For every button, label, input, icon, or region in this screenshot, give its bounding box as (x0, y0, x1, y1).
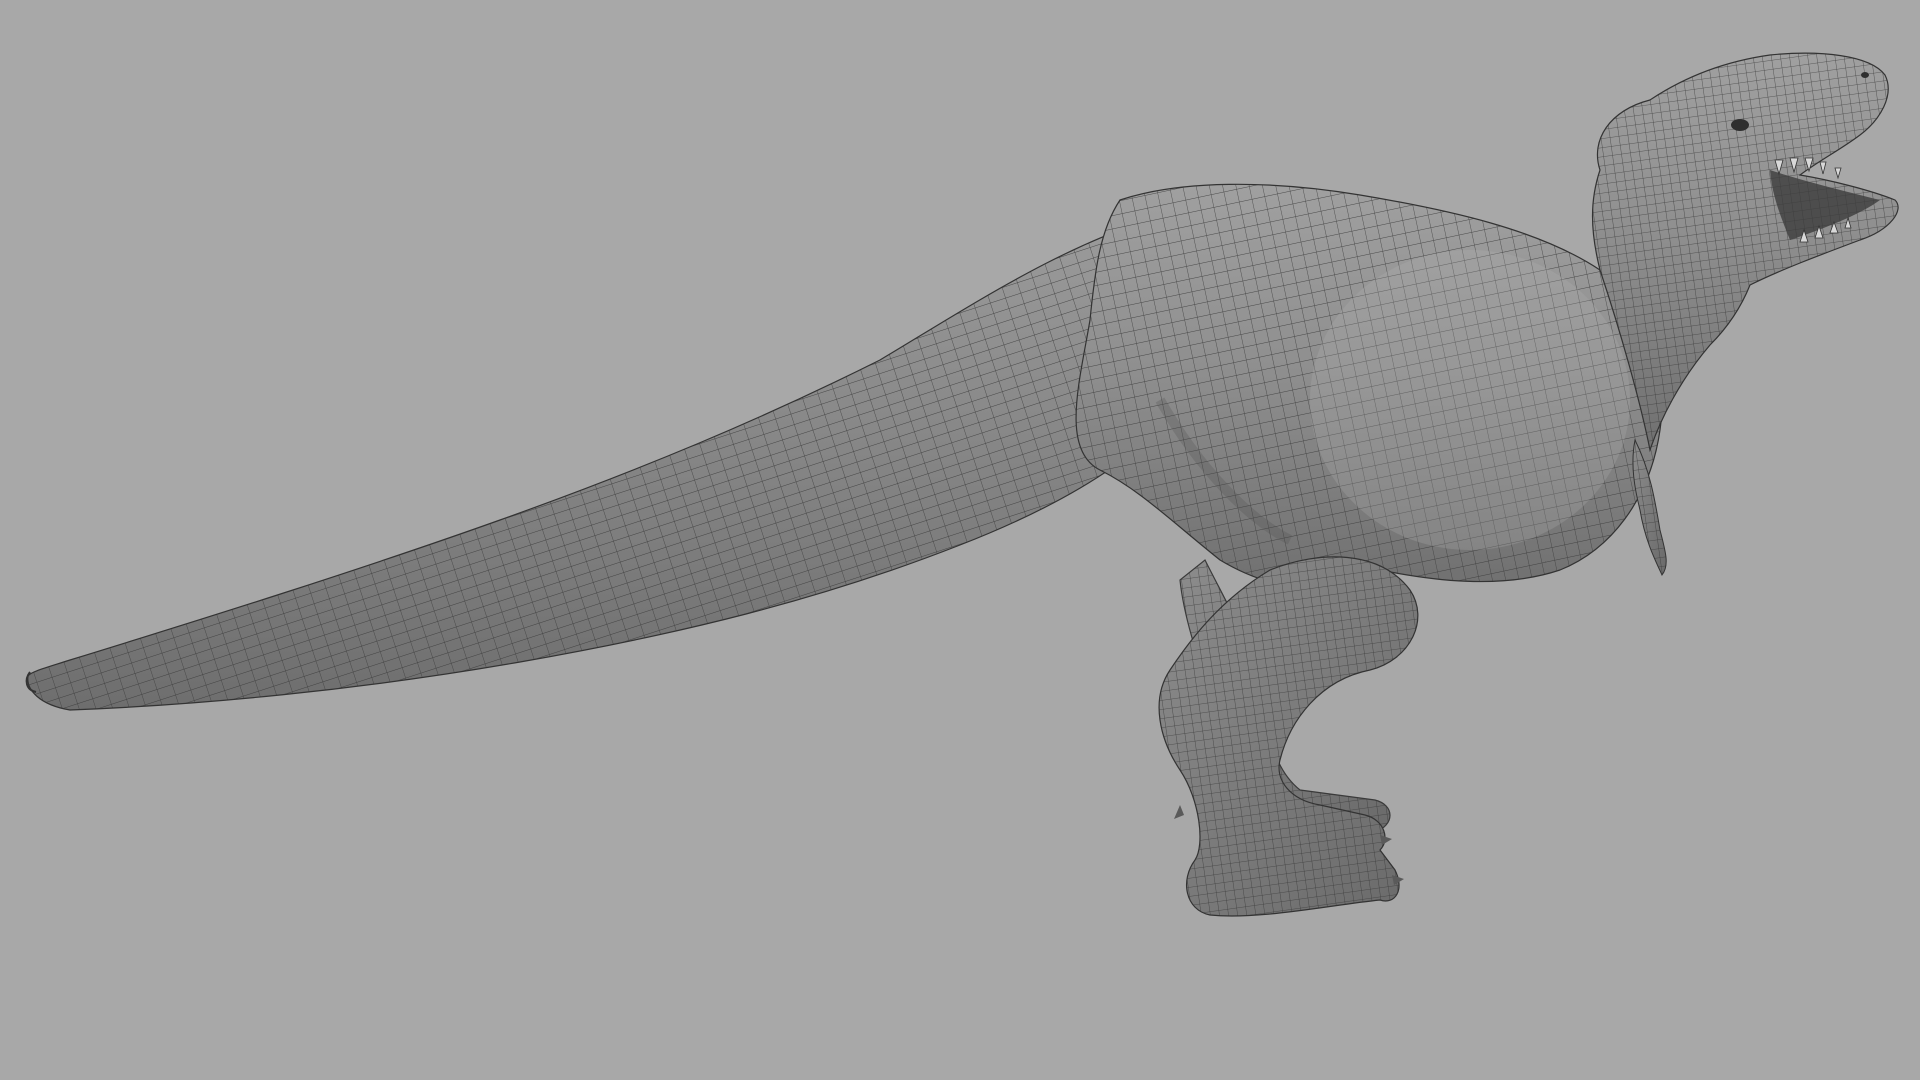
torso (1075, 183, 1664, 589)
t-rex-model[interactable] (0, 0, 1920, 1080)
3d-viewport[interactable] (0, 0, 1920, 1080)
head (1591, 52, 1899, 453)
eye (1731, 119, 1749, 131)
tail (25, 209, 1181, 711)
